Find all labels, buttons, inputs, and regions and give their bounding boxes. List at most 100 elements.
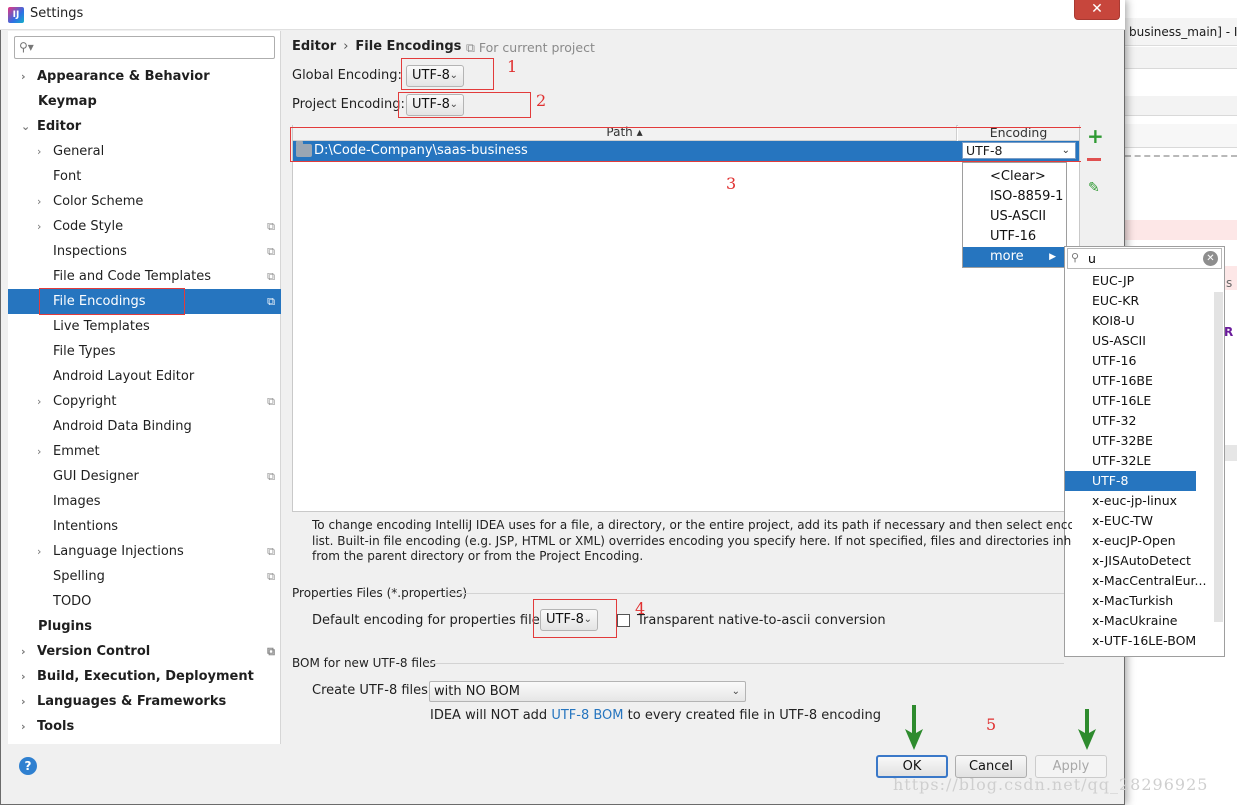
edit-icon[interactable]: ✎ [1088, 180, 1100, 196]
annotation-number-5: 5 [986, 715, 997, 734]
chevron-right-icon: › [21, 720, 26, 733]
utf8-bom-link[interactable]: UTF-8 BOM [551, 708, 623, 723]
charset-option[interactable]: UTF-16BE [1065, 371, 1213, 391]
annotation-box-4 [533, 599, 617, 638]
global-encoding-label: Global Encoding: [292, 68, 402, 83]
sidebar-item-languages-frameworks[interactable]: › Languages & Frameworks [21, 689, 275, 714]
background-ide-code-keyword: R [1224, 325, 1234, 339]
help-button[interactable]: ? [19, 757, 37, 775]
charset-option[interactable]: x-euc-jp-linux [1065, 491, 1213, 511]
settings-search-box[interactable]: ⚲▾ [14, 36, 275, 59]
breadcrumb-separator: › [343, 39, 349, 54]
sidebar-item-code-style[interactable]: › Code Style ⧉ [37, 214, 275, 239]
annotation-number-2: 2 [536, 91, 547, 110]
chevron-right-icon: › [21, 70, 26, 83]
chevron-right-icon: › [21, 645, 26, 658]
sidebar-item-file-types[interactable]: File Types [53, 339, 275, 364]
charset-option[interactable]: KOI8-U [1065, 311, 1213, 331]
charset-option[interactable]: x-JISAutoDetect [1065, 551, 1213, 571]
encoding-option[interactable]: UTF-16 [963, 227, 1066, 247]
charset-option[interactable]: x-UTF-16LE-BOM [1065, 631, 1213, 651]
sidebar-item-general[interactable]: › General [37, 139, 275, 164]
charset-option[interactable]: UTF-32BE [1065, 431, 1213, 451]
sidebar-item-copyright[interactable]: › Copyright ⧉ [37, 389, 275, 414]
close-button[interactable]: ✕ [1074, 0, 1120, 20]
project-scope-icon: ⧉ [267, 470, 275, 483]
remove-icon[interactable] [1087, 158, 1101, 161]
chevron-right-icon: › [21, 695, 26, 708]
create-utf8-bom-select[interactable]: with NO BOM ⌄ [429, 681, 746, 702]
background-ide-highlight [1125, 220, 1237, 240]
charset-option[interactable]: EUC-JP [1065, 271, 1213, 291]
charset-option-selected[interactable]: UTF-8 [1065, 471, 1196, 491]
sidebar-item-tools[interactable]: › Tools [21, 714, 275, 739]
sidebar-item-file-code-templates[interactable]: File and Code Templates ⧉ [53, 264, 275, 289]
chevron-right-icon: › [37, 220, 42, 233]
charset-option[interactable]: x-EUC-TW [1065, 511, 1213, 531]
sidebar-item-emmet[interactable]: › Emmet [37, 439, 275, 464]
sidebar-item-font[interactable]: Font [53, 164, 275, 189]
sidebar-item-intentions[interactable]: Intentions [53, 514, 275, 539]
background-ide-divider [1125, 155, 1237, 157]
intellij-app-icon [8, 7, 24, 23]
background-ide-code: s [1226, 276, 1233, 290]
sidebar-item-language-injections[interactable]: › Language Injections ⧉ [37, 539, 275, 564]
scope-note: ⧉ For current project [466, 40, 595, 55]
project-scope-icon: ⧉ [267, 645, 275, 658]
sidebar-item-version-control[interactable]: › Version Control ⧉ [21, 639, 275, 664]
clear-icon[interactable]: ✕ [1203, 251, 1218, 266]
charset-search-box[interactable]: ⚲ ✕ [1067, 248, 1222, 269]
sidebar-item-inspections[interactable]: Inspections ⧉ [53, 239, 275, 264]
charset-option[interactable]: UTF-16 [1065, 351, 1213, 371]
encoding-option[interactable]: ISO-8859-1 [963, 187, 1066, 207]
encoding-option-more[interactable]: more ▶ [963, 247, 1066, 267]
charset-option[interactable]: EUC-KR [1065, 291, 1213, 311]
charset-option[interactable]: UTF-16LE [1065, 391, 1213, 411]
sidebar-item-keymap[interactable]: Keymap [38, 89, 275, 114]
sidebar-item-spelling[interactable]: Spelling ⧉ [53, 564, 275, 589]
project-scope-icon: ⧉ [267, 295, 275, 308]
charset-option[interactable]: x-MacUkraine [1065, 611, 1213, 631]
watermark: https://blog.csdn.net/qq_28296925 [893, 775, 1209, 794]
charset-scrollbar[interactable] [1214, 292, 1223, 622]
sidebar-item-live-templates[interactable]: Live Templates [53, 314, 275, 339]
background-ide-tabs [1125, 96, 1237, 116]
charset-option[interactable]: x-eucJP-Open [1065, 531, 1213, 551]
green-arrow-down-icon [905, 705, 923, 750]
breadcrumb-current: File Encodings [355, 39, 462, 54]
chevron-right-icon: › [37, 545, 42, 558]
charset-search-input[interactable] [1086, 250, 1196, 267]
charset-option[interactable]: UTF-32LE [1065, 451, 1213, 471]
section-divider [424, 663, 1064, 664]
annotation-number-3: 3 [726, 174, 737, 193]
sidebar-item-plugins[interactable]: Plugins [38, 614, 275, 639]
chevron-down-icon: ⌄ [731, 686, 740, 697]
sidebar-item-android-data-binding[interactable]: Android Data Binding [53, 414, 275, 439]
encoding-option[interactable]: US-ASCII [963, 207, 1066, 227]
sidebar-item-build-execution-deployment[interactable]: › Build, Execution, Deployment [21, 664, 275, 689]
sidebar-item-color-scheme[interactable]: › Color Scheme [37, 189, 275, 214]
breadcrumb-parent[interactable]: Editor [292, 39, 336, 54]
encoding-option[interactable]: <Clear> [963, 167, 1066, 187]
charset-option[interactable]: US-ASCII [1065, 331, 1213, 351]
charset-option[interactable]: x-MacTurkish [1065, 591, 1213, 611]
sidebar-item-todo[interactable]: TODO [53, 589, 275, 614]
charset-option[interactable]: x-MacCentralEur... [1065, 571, 1213, 591]
sidebar-item-gui-designer[interactable]: GUI Designer ⧉ [53, 464, 275, 489]
sidebar-item-editor[interactable]: ⌄ Editor [21, 114, 275, 139]
green-arrow-down-icon [1078, 709, 1096, 750]
sidebar-item-android-layout-editor[interactable]: Android Layout Editor [53, 364, 275, 389]
chevron-right-icon: › [21, 670, 26, 683]
transparent-conversion-checkbox[interactable] [617, 614, 630, 627]
breadcrumb: Editor › File Encodings [292, 39, 461, 54]
title-bar [0, 0, 1125, 30]
settings-search-input[interactable] [41, 39, 266, 56]
bom-note: IDEA will NOT add UTF-8 BOM to every cre… [430, 708, 881, 723]
chevron-right-icon: › [37, 195, 42, 208]
add-icon[interactable]: + [1087, 124, 1104, 148]
charset-option[interactable]: UTF-32 [1065, 411, 1213, 431]
window-title: Settings [30, 6, 84, 21]
sidebar-item-images[interactable]: Images [53, 489, 275, 514]
sidebar-item-appearance-behavior[interactable]: › Appearance & Behavior [21, 64, 275, 89]
background-ide-title: business_main] - In [1125, 18, 1237, 46]
